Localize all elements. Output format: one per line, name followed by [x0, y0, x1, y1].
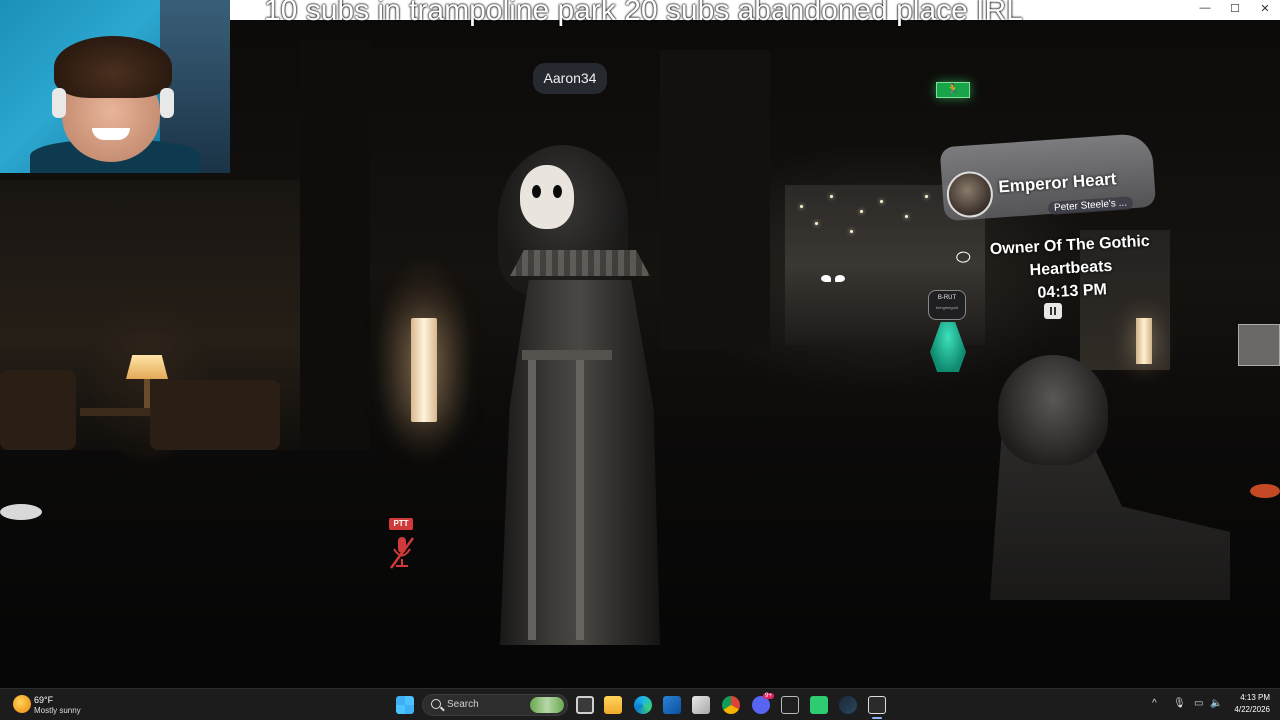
- mask-eye: [553, 185, 562, 198]
- floor-lamp: [1136, 318, 1152, 364]
- player-nameplate[interactable]: Aaron34: [533, 63, 607, 94]
- eye: [821, 275, 831, 282]
- ceiling-light: [800, 205, 803, 208]
- orange-object: [1250, 484, 1280, 498]
- search-icon: [431, 699, 441, 709]
- maximize-button[interactable]: ☐: [1220, 2, 1250, 15]
- eye: [835, 275, 845, 282]
- chrome-icon[interactable]: [722, 696, 740, 714]
- music-widget: Emperor Heart Peter Steele's ...: [939, 132, 1157, 226]
- windows-start-icon[interactable]: [396, 696, 414, 714]
- minimize-button[interactable]: —: [1190, 2, 1220, 14]
- streamer-smile: [92, 128, 130, 140]
- microphone-icon[interactable]: 🎙: [1173, 698, 1186, 709]
- ceiling-light: [880, 200, 883, 203]
- windows-taskbar: 69°F Mostly sunny Search 9+ ^ 🎙 ▭ 🔈 4:13…: [0, 688, 1280, 720]
- ceiling-light: [850, 230, 853, 233]
- taskbar-clock-date[interactable]: 4/22/2026: [1234, 705, 1270, 714]
- weather-description[interactable]: Mostly sunny: [34, 706, 81, 715]
- tray-overflow-chevron-icon[interactable]: ^: [1152, 698, 1157, 709]
- pillar: [300, 40, 370, 450]
- avatar-belt: [522, 350, 612, 360]
- mask-eye: [532, 185, 541, 198]
- discord-notification-badge: 9+: [763, 693, 774, 699]
- weather-sunny-icon[interactable]: [13, 695, 31, 713]
- stream-goal-caption: 10 subs in trampoline park 20 subs aband…: [264, 0, 1023, 27]
- avatar-cloak-trim: [528, 360, 584, 640]
- search-highlight-icon: [530, 697, 564, 713]
- floor-lamp: [411, 318, 437, 422]
- outlook-icon[interactable]: [663, 696, 681, 714]
- table-lamp-base: [144, 379, 150, 409]
- ceiling-light: [830, 195, 833, 198]
- ceiling-light: [925, 195, 928, 198]
- table-top: [0, 504, 42, 520]
- taskbar-clock-time[interactable]: 4:13 PM: [1240, 693, 1270, 702]
- microsoft-store-icon[interactable]: [692, 696, 710, 714]
- file-explorer-icon[interactable]: [604, 696, 622, 714]
- task-view-icon[interactable]: [576, 696, 594, 714]
- volume-icon[interactable]: 🔈: [1210, 698, 1222, 709]
- mic-muted-icon: [389, 537, 415, 569]
- weather-temperature[interactable]: 69°F: [34, 695, 53, 705]
- search-placeholder: Search: [447, 699, 479, 710]
- active-app-indicator: [872, 717, 882, 719]
- ceiling-light: [860, 210, 863, 213]
- ceiling-light: [815, 222, 818, 225]
- avatar-shoulder-trim: [510, 250, 650, 276]
- game-app-icon[interactable]: [781, 696, 799, 714]
- push-to-talk-badge: PTT: [389, 518, 413, 530]
- pillar: [660, 50, 770, 350]
- vrchat-icon[interactable]: [868, 696, 886, 714]
- table-lamp: [126, 355, 168, 379]
- steam-icon[interactable]: [839, 696, 857, 714]
- headphone-icon: [160, 88, 174, 118]
- side-table: [80, 408, 150, 416]
- sofa: [150, 380, 280, 450]
- edge-icon[interactable]: [634, 696, 652, 714]
- exit-sign: 🏃: [936, 82, 970, 98]
- streamer-hair: [54, 36, 172, 98]
- player-status: Owner Of The Gothic Heartbeats 04:13 PM: [954, 228, 1187, 309]
- network-icon[interactable]: ▭: [1194, 698, 1203, 709]
- taskbar-search-box[interactable]: Search: [422, 694, 568, 716]
- sitting-avatar-hair: [998, 355, 1108, 465]
- headphone-icon: [52, 88, 66, 118]
- pause-icon[interactable]: [1044, 303, 1062, 319]
- webcam-feed: [0, 0, 230, 173]
- ceiling-light: [905, 215, 908, 218]
- wall-panel: [1238, 324, 1280, 366]
- sofa: [0, 370, 76, 450]
- glowing-eyes: [818, 270, 848, 288]
- close-button[interactable]: ✕: [1250, 2, 1280, 15]
- green-app-icon[interactable]: [810, 696, 828, 714]
- avatar-mask: [520, 165, 574, 229]
